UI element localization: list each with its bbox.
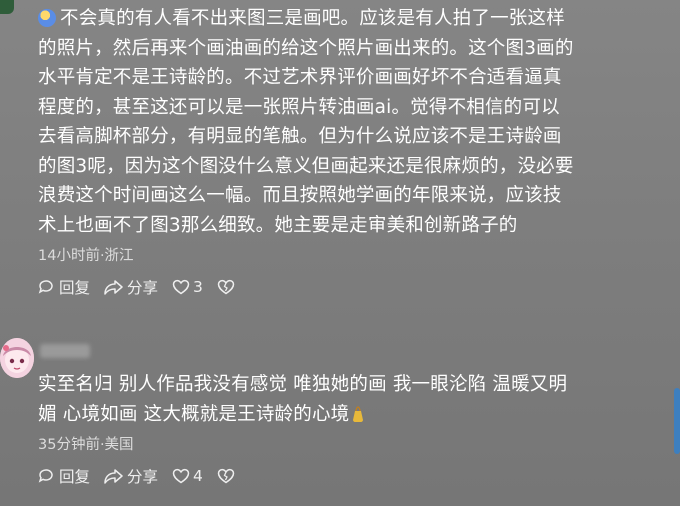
comments-page: 不会真的有人看不出来图三是画吧。应该是有人拍了一张这样 的照片，然后再来个画油画… [0, 0, 680, 506]
heart-icon [172, 468, 190, 484]
dislike-button[interactable] [217, 468, 238, 484]
gift-bag-icon [353, 405, 364, 422]
like-button[interactable]: 3 [172, 278, 203, 296]
emoji-icon [38, 9, 56, 27]
comment-time-location: 35分钟前·美国 [38, 437, 134, 453]
username-blurred[interactable] [40, 344, 90, 358]
comment-item: 不会真的有人看不出来图三是画吧。应该是有人拍了一张这样 的照片，然后再来个画油画… [38, 4, 658, 304]
comment-text: 实至名归 别人作品我没有感觉 唯独她的画 我一眼沦陷 温暖又明 媚 心境如画 这… [38, 370, 658, 429]
reply-icon [38, 469, 53, 483]
comment-line: 术上也画不了图3那么细致。她主要是走审美和创新路子的 [38, 214, 518, 236]
share-icon [104, 280, 123, 295]
comment-time-location: 14小时前·浙江 [38, 248, 134, 264]
comment-line: 水平肯定不是王诗龄的。不过艺术界评价画画好坏不合适看逼真 [38, 67, 562, 88]
reply-button[interactable]: 回复 [38, 276, 90, 298]
comment-text: 不会真的有人看不出来图三是画吧。应该是有人拍了一张这样 的照片，然后再来个画油画… [38, 4, 658, 240]
comment-line: 浪费这个时间画这么一幅。而且按照她学画的年限来说，应该技 [38, 185, 562, 206]
share-label: 分享 [127, 468, 159, 486]
share-icon [104, 469, 123, 484]
comment-line: 不会真的有人看不出来图三是画吧。应该是有人拍了一张这样 [38, 4, 658, 34]
broken-heart-icon [217, 468, 235, 484]
share-button[interactable]: 分享 [104, 276, 158, 298]
broken-heart-icon [217, 279, 235, 295]
like-count: 4 [193, 467, 203, 485]
avatar[interactable] [0, 338, 34, 378]
comment-line: 实至名归 别人作品我没有感觉 唯独她的画 我一眼沦陷 温暖又明 [38, 374, 568, 395]
reply-button[interactable]: 回复 [38, 465, 90, 487]
reply-label: 回复 [59, 279, 91, 297]
comment-line: 的照片，然后再来个画油画的给这个照片画出来的。这个图3画的 [38, 37, 574, 59]
share-button[interactable]: 分享 [104, 465, 158, 487]
comment-line: 的图3呢，因为这个图没什么意义但画起来还是很麻烦的，没必要 [38, 155, 574, 177]
scrollbar-thumb[interactable] [674, 388, 680, 454]
comment-line: 媚 心境如画 这大概就是王诗龄的心境 [38, 400, 658, 430]
dislike-button[interactable] [217, 279, 238, 295]
reply-label: 回复 [59, 468, 91, 486]
heart-icon [172, 279, 190, 295]
comment-line: 去看高脚杯部分，有明显的笔触。但为什么说应该不是王诗龄画 [38, 126, 562, 147]
like-count: 3 [193, 278, 203, 296]
share-label: 分享 [127, 279, 159, 297]
corner-avatar-fragment [0, 0, 14, 14]
comment-item: 实至名归 别人作品我没有感觉 唯独她的画 我一眼沦陷 温暖又明 媚 心境如画 这… [38, 370, 658, 493]
comment-actions: 回复 分享 3 [38, 270, 658, 304]
reply-icon [38, 280, 53, 294]
comment-line: 程度的，甚至这还可以是一张照片转油画ai。觉得不相信的可以 [38, 96, 560, 118]
avatar-image [0, 338, 34, 378]
like-button[interactable]: 4 [172, 467, 203, 485]
comment-actions: 回复 分享 4 [38, 459, 658, 493]
